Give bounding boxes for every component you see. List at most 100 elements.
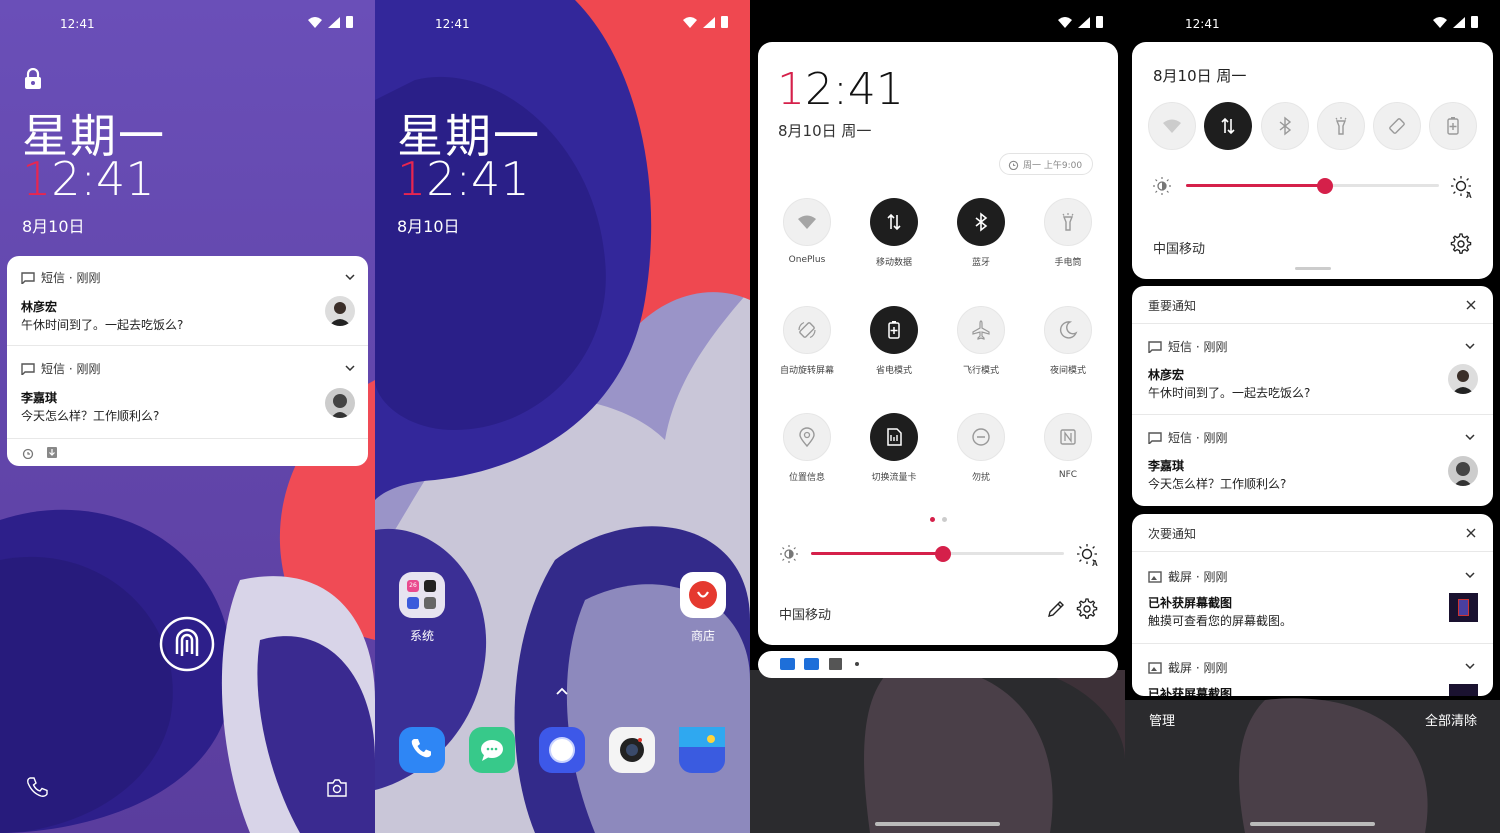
- gallery-app[interactable]: [679, 727, 725, 773]
- auto-brightness-icon[interactable]: A: [1450, 175, 1474, 199]
- message-icon: [21, 271, 35, 284]
- tile-dnd[interactable]: [957, 413, 1005, 461]
- tile-flashlight[interactable]: [1044, 198, 1092, 246]
- tile-battery-saver[interactable]: [1429, 102, 1477, 150]
- notification-message[interactable]: 今天怎么样？工作顺利么?: [21, 407, 159, 424]
- tile-location[interactable]: [783, 413, 831, 461]
- tile-auto-rotate[interactable]: [1373, 102, 1421, 150]
- browser-app[interactable]: [539, 727, 585, 773]
- wifi-icon: [308, 16, 322, 28]
- tile-label: 蓝牙: [971, 258, 990, 268]
- phone-app[interactable]: [399, 727, 445, 773]
- wifi-icon: [683, 16, 697, 28]
- chevron-up-icon[interactable]: [555, 686, 569, 696]
- divider: [1132, 323, 1493, 324]
- store-app[interactable]: [680, 572, 726, 618]
- brightness-knob[interactable]: [1317, 178, 1333, 194]
- tile-bluetooth[interactable]: [1261, 102, 1309, 150]
- clock: 12:41: [22, 152, 155, 206]
- edit-icon[interactable]: [1046, 599, 1066, 619]
- location-icon: [799, 427, 815, 448]
- qs-date: 8月10日 周一: [778, 122, 872, 140]
- tile-sim-switch[interactable]: [870, 413, 918, 461]
- notification-header: 截屏 · 刚刚: [1148, 568, 1227, 585]
- status-time: 12:41: [1185, 17, 1220, 31]
- alarm-text: 周一 上午9:00: [1023, 160, 1083, 171]
- brightness-knob[interactable]: [935, 546, 951, 562]
- tile-wifi[interactable]: [783, 198, 831, 246]
- screenshot-thumbnail: [1449, 684, 1478, 696]
- auto-brightness-icon[interactable]: A: [1076, 543, 1100, 567]
- tile-airplane[interactable]: [957, 306, 1005, 354]
- tile-battery-saver[interactable]: [870, 306, 918, 354]
- quick-settings-panel: 12:41 8月10日 周一 周一 上午9:00 OnePlus 移动数据 蓝牙…: [758, 42, 1118, 645]
- battery-icon: [1096, 16, 1103, 28]
- notification-message[interactable]: 今天怎么样？工作顺利么?: [1148, 475, 1286, 492]
- camera-app[interactable]: [609, 727, 655, 773]
- tile-flashlight[interactable]: [1317, 102, 1365, 150]
- settings-icon: [424, 597, 436, 609]
- drag-handle[interactable]: [1295, 267, 1331, 270]
- mail-icon: [780, 658, 795, 670]
- close-icon[interactable]: [1466, 528, 1476, 538]
- status-bar: 12:41: [1125, 12, 1500, 34]
- browser-icon: [549, 737, 575, 763]
- notification-shade-screen: 12:41 8月10日 周一 A 中国移动 重要通知 短信 · 刚刚 林彦宏 午…: [1125, 0, 1500, 833]
- chevron-down-icon[interactable]: [345, 274, 355, 280]
- chevron-down-icon[interactable]: [345, 365, 355, 371]
- notification-card: 短信 · 刚刚 林彦宏 午休时间到了。一起去吃饭么? 短信 · 刚刚 李嘉琪 今…: [7, 256, 368, 466]
- settings-icon[interactable]: [1076, 598, 1098, 620]
- page-indicator[interactable]: [942, 517, 947, 522]
- close-icon[interactable]: [1466, 300, 1476, 310]
- nfc-icon: [1060, 429, 1076, 445]
- manage-button[interactable]: 管理: [1149, 710, 1175, 729]
- tile-mobile-data[interactable]: [870, 198, 918, 246]
- phone-icon[interactable]: [26, 776, 48, 798]
- system-folder[interactable]: 26: [399, 572, 445, 618]
- notification-message[interactable]: 午休时间到了。一起去吃饭么?: [21, 316, 183, 333]
- tile-label: 夜间模式: [1049, 366, 1086, 376]
- tile-mobile-data[interactable]: [1204, 102, 1252, 150]
- tile-label: 飞行模式: [962, 366, 999, 376]
- notification-app: 短信 · 刚刚: [41, 362, 101, 376]
- divider: [1132, 643, 1493, 644]
- tile-nfc[interactable]: [1044, 413, 1092, 461]
- camera-icon[interactable]: [326, 779, 348, 797]
- tile-wifi[interactable]: [1148, 102, 1196, 150]
- svg-text:A: A: [1466, 191, 1472, 199]
- battery-icon: [1471, 16, 1478, 28]
- chevron-down-icon[interactable]: [1465, 343, 1475, 349]
- notification-icons-bar[interactable]: [758, 651, 1118, 678]
- notification-sender: 林彦宏: [1148, 368, 1185, 382]
- tile-auto-rotate[interactable]: [783, 306, 831, 354]
- tile-night-mode[interactable]: [1044, 306, 1092, 354]
- signal-icon: [328, 16, 340, 28]
- download-icon: [47, 447, 57, 458]
- alarm-chip[interactable]: 周一 上午9:00: [999, 153, 1094, 175]
- tile-bluetooth[interactable]: [957, 198, 1005, 246]
- group-title: 重要通知: [1148, 299, 1197, 313]
- fingerprint-icon[interactable]: [159, 612, 215, 676]
- chevron-down-icon[interactable]: [1465, 663, 1475, 669]
- status-bar: [750, 12, 1125, 34]
- brightness-low-icon: [780, 545, 798, 563]
- carrier-name: 中国移动: [1153, 242, 1206, 257]
- flashlight-icon: [1335, 117, 1347, 135]
- notification-message[interactable]: 触摸可查看您的屏幕截图。: [1148, 612, 1292, 629]
- battery-saver-icon: [888, 321, 900, 339]
- avatar: [325, 388, 355, 418]
- chevron-down-icon[interactable]: [1465, 434, 1475, 440]
- notification-message[interactable]: 午休时间到了。一起去吃饭么?: [1148, 384, 1310, 401]
- phone-icon: [411, 739, 431, 758]
- tile-label: 手电筒: [1054, 258, 1082, 268]
- avatar: [1448, 456, 1478, 486]
- alarm-icon: [1008, 160, 1019, 170]
- clear-all-button[interactable]: 全部清除: [1425, 710, 1477, 729]
- settings-icon[interactable]: [1450, 233, 1472, 255]
- bluetooth-icon: [1279, 116, 1292, 136]
- calendar-icon: 26: [407, 580, 419, 592]
- chevron-down-icon[interactable]: [1465, 572, 1475, 578]
- wifi-icon: [798, 215, 816, 229]
- chat-icon: [481, 740, 503, 761]
- messages-app[interactable]: [469, 727, 515, 773]
